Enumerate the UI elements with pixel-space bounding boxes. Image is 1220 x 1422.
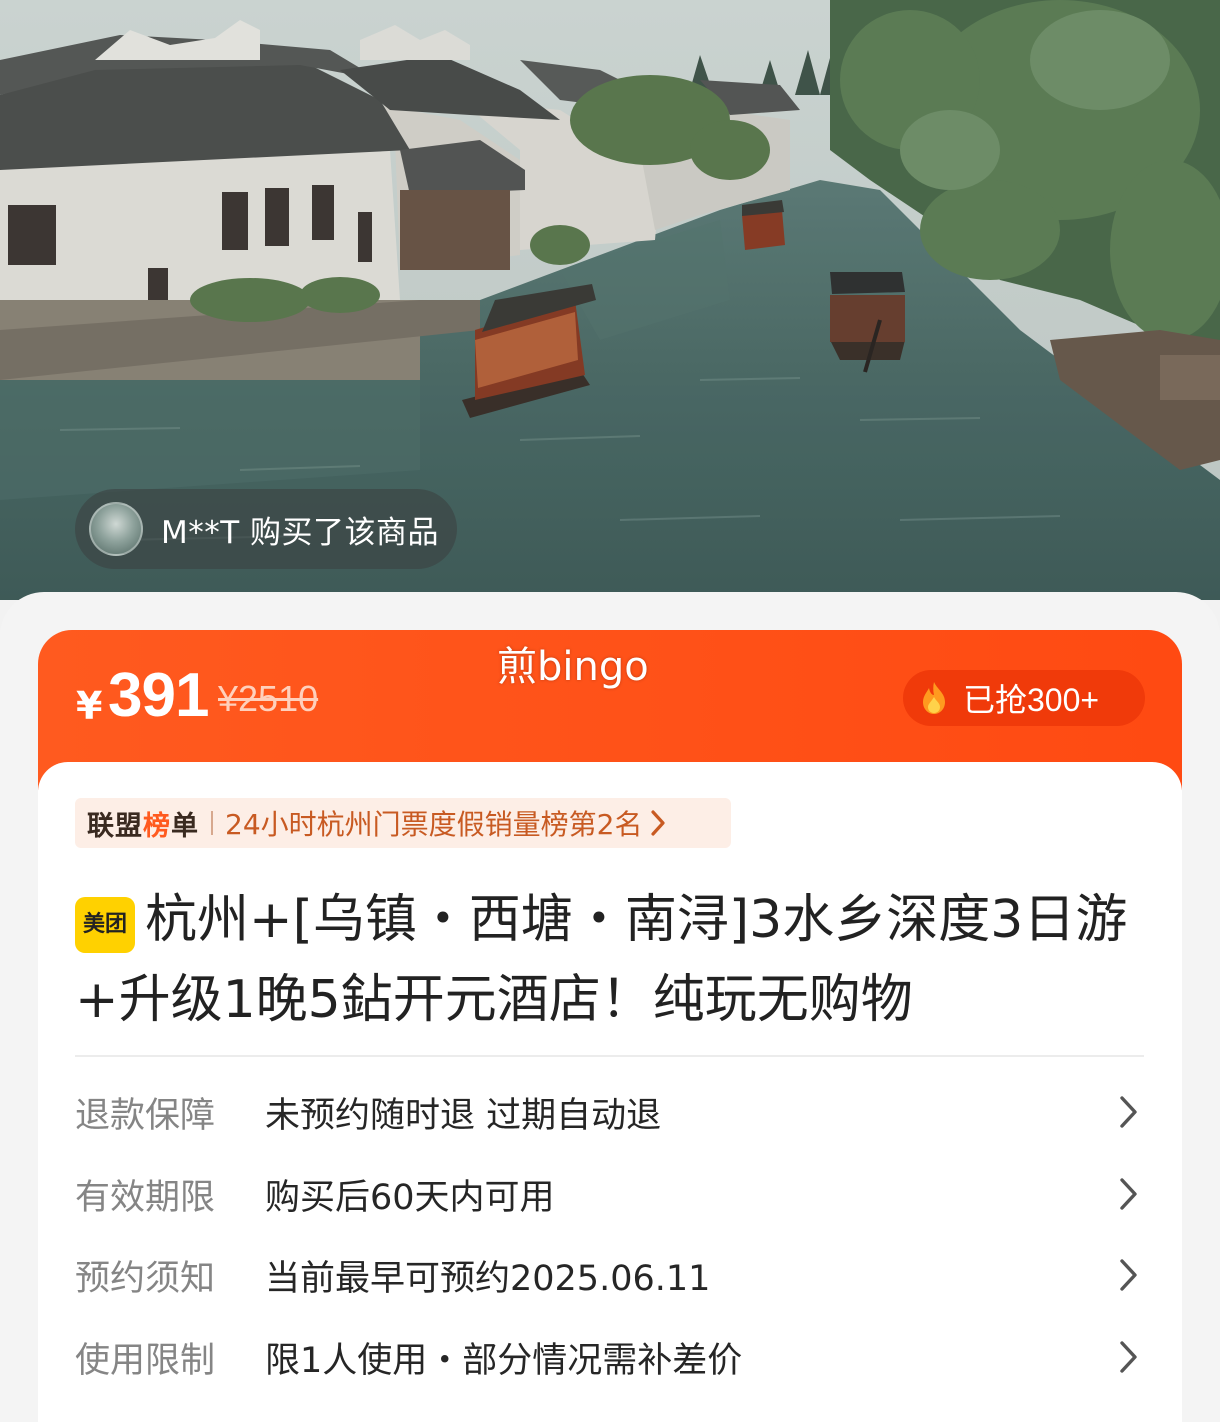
info-value: 当前最早可预约2025.06.11 bbox=[265, 1258, 711, 1299]
product-title-text: 杭州+[乌镇・西塘・南浔]3水乡深度3日游+升级1晚5鉆开元酒店！纯玩无购物 bbox=[75, 890, 1128, 1030]
info-label: 使用限制 bbox=[75, 1340, 216, 1381]
hero-image[interactable]: M**T 购买了该商品 bbox=[0, 0, 1220, 600]
chevron-right-icon bbox=[1120, 1259, 1137, 1291]
sold-count-text: 已抢300+ bbox=[963, 682, 1100, 718]
chevron-right-icon bbox=[1120, 1096, 1137, 1128]
buyer-notice-text: M**T 购买了该商品 bbox=[161, 514, 440, 551]
chevron-right-icon bbox=[651, 810, 666, 836]
ranking-divider bbox=[211, 811, 213, 835]
sold-count-badge: 已抢300+ bbox=[903, 670, 1145, 726]
buyer-avatar bbox=[89, 502, 143, 556]
ranking-text: 24小时杭州门票度假销量榜第2名 bbox=[225, 808, 643, 841]
info-label: 预约须知 bbox=[75, 1258, 216, 1299]
info-label: 退款保障 bbox=[75, 1095, 216, 1136]
info-row-usage-limit[interactable]: 使用限制 限1人使用・部分情况需补差价 bbox=[75, 1327, 1144, 1387]
info-value: 购买后60天内可用 bbox=[265, 1177, 555, 1218]
chevron-right-icon bbox=[1120, 1178, 1137, 1210]
info-value: 未预约随时退 过期自动退 bbox=[265, 1095, 662, 1136]
info-label: 有效期限 bbox=[75, 1177, 216, 1218]
info-row-refund[interactable]: 退款保障 未预约随时退 过期自动退 bbox=[75, 1082, 1144, 1142]
watermark-text: 煎bingo bbox=[497, 644, 649, 690]
flame-icon bbox=[923, 682, 945, 714]
info-row-validity[interactable]: 有效期限 购买后60天内可用 bbox=[75, 1164, 1144, 1224]
chevron-right-icon bbox=[1120, 1341, 1137, 1373]
current-price: 391 bbox=[108, 661, 209, 730]
product-title: 美团 杭州+[乌镇・西塘・南浔]3水乡深度3日游+升级1晚5鉆开元酒店！纯玩无购物 bbox=[75, 880, 1150, 1040]
recent-buyer-chip: M**T 购买了该商品 bbox=[75, 489, 457, 569]
currency-symbol: ¥ bbox=[76, 684, 103, 728]
section-divider bbox=[75, 1055, 1144, 1057]
info-value: 限1人使用・部分情况需补差价 bbox=[265, 1340, 743, 1381]
info-row-booking[interactable]: 预约须知 当前最早可预约2025.06.11 bbox=[75, 1245, 1144, 1305]
ranking-brand: 联盟榜单 bbox=[87, 810, 199, 842]
meituan-badge: 美团 bbox=[75, 897, 135, 953]
ranking-banner[interactable]: 联盟榜单 24小时杭州门票度假销量榜第2名 bbox=[75, 798, 731, 848]
original-price: ¥2510 bbox=[218, 678, 319, 719]
